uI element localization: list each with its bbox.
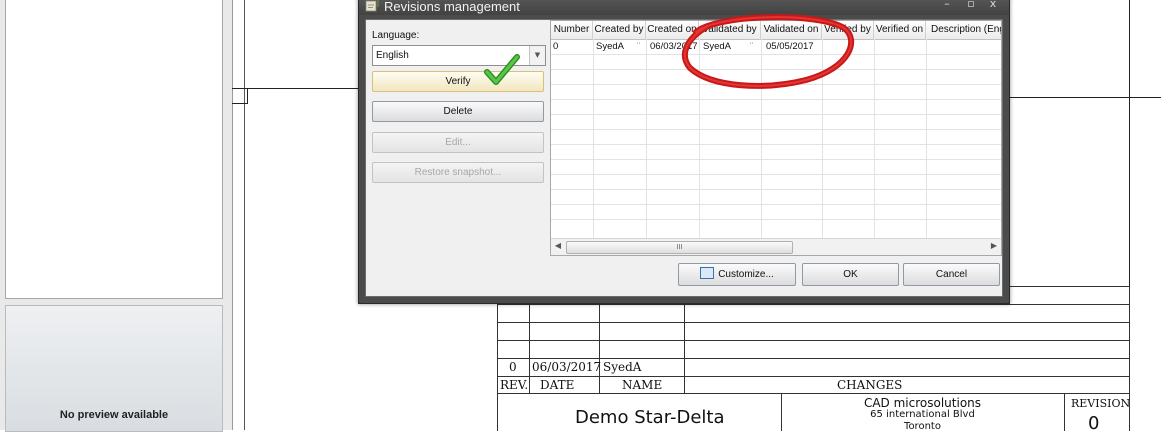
cell-number: 0: [553, 41, 559, 52]
ellipsis-icon[interactable]: ¨: [637, 40, 640, 54]
grid-row-line: [551, 84, 1001, 85]
dialog-title: Revisions management: [384, 0, 520, 14]
column-header-description[interactable]: Description (Engli: [926, 21, 1001, 39]
title-block: 0 06/03/2017 SyedA REV. DATE NAME CHANGE…: [497, 286, 1131, 434]
preview-pane: No preview available: [5, 305, 223, 432]
grid-row-line: [551, 129, 1001, 130]
cell-validated-by: SyedA: [703, 41, 731, 52]
company-block: CAD microsolutions 65 international Blvd…: [781, 397, 1064, 433]
header-changes: CHANGES: [837, 378, 903, 392]
drawing-line: [247, 88, 248, 104]
cell-created-by: SyedA: [596, 41, 624, 52]
grid-row-line: [551, 159, 1001, 160]
scroll-left-icon[interactable]: ◀: [552, 241, 564, 250]
left-panel: No preview available: [0, 0, 233, 432]
drawing-line: [1008, 97, 1129, 98]
grid-row-line: [551, 174, 1001, 175]
column-header-number[interactable]: Number: [551, 21, 593, 39]
revision-value: 0: [1088, 413, 1100, 434]
cell-created-on: 06/03/2017: [650, 41, 698, 52]
revisions-dialog: Revisions management – ▫ x Language: Eng…: [358, 0, 1010, 304]
customize-icon: [700, 267, 715, 280]
preview-text: No preview available: [59, 409, 169, 421]
grid-header: Number Created by Created on Validated b…: [551, 21, 1001, 40]
drawing-line: [232, 103, 247, 104]
dialog-titlebar[interactable]: Revisions management – ▫ x: [359, 0, 1009, 15]
horizontal-scrollbar[interactable]: ◀ III ▶: [551, 238, 1001, 255]
grid-row-line: [551, 144, 1001, 145]
minimize-button[interactable]: –: [939, 0, 955, 10]
rev-name: SyedA: [603, 360, 642, 374]
company-city: Toronto: [904, 421, 941, 432]
grid-row-line: [551, 69, 1001, 70]
header-date: DATE: [540, 378, 575, 392]
header-name: NAME: [622, 378, 663, 392]
rev-number: 0: [509, 360, 517, 374]
project-list[interactable]: [5, 0, 223, 299]
grid-row-line: [551, 219, 1001, 220]
language-value: English: [376, 50, 409, 61]
ok-button[interactable]: OK: [802, 263, 899, 286]
revision-label: REVISION: [1071, 397, 1131, 410]
grid-row-line: [551, 189, 1001, 190]
column-header-validated-on[interactable]: Validated on: [761, 21, 822, 39]
column-header-validated-by[interactable]: Validated by: [699, 21, 761, 39]
drawing-line: [1129, 97, 1161, 98]
grid-row-line: [551, 204, 1001, 205]
delete-button[interactable]: Delete: [372, 101, 544, 122]
revision-app-icon: [365, 0, 379, 12]
rev-date: 06/03/2017: [532, 360, 602, 374]
company-address: 65 international Blvd: [870, 409, 975, 420]
customize-label: Customize...: [718, 269, 774, 280]
customize-button[interactable]: Customize...: [678, 263, 796, 286]
grid-row-line: [551, 114, 1001, 115]
revisions-grid[interactable]: Number Created by Created on Validated b…: [550, 20, 1002, 256]
ellipsis-icon[interactable]: ¨: [750, 40, 753, 54]
column-header-verified-by[interactable]: Verified by: [822, 21, 874, 39]
cancel-button[interactable]: Cancel: [903, 263, 1000, 286]
cell-validated-on: 05/05/2017: [766, 41, 814, 52]
checkmark-icon: [484, 54, 520, 85]
scroll-thumb[interactable]: III: [566, 241, 793, 254]
chevron-down-icon[interactable]: ▼: [529, 46, 545, 65]
edit-button[interactable]: Edit...: [372, 132, 544, 153]
column-header-verified-on[interactable]: Verified on: [874, 21, 926, 39]
header-rev: REV.: [500, 378, 529, 392]
project-title: Demo Star-Delta: [575, 407, 725, 428]
drawing-line: [244, 0, 245, 430]
drawing-line: [232, 88, 360, 89]
dialog-client: Language: English ▼ Verify Delete Edit..…: [365, 19, 1003, 297]
company-name: CAD microsolutions: [863, 396, 982, 410]
right-margin: [1130, 0, 1175, 430]
grid-row-line: [551, 99, 1001, 100]
close-button[interactable]: x: [985, 0, 1001, 10]
column-header-created-on[interactable]: Created on: [646, 21, 699, 39]
restore-snapshot-button[interactable]: Restore snapshot...: [372, 162, 544, 183]
grid-row-line: [551, 54, 1001, 55]
scroll-right-icon[interactable]: ▶: [988, 241, 1000, 250]
maximize-button[interactable]: ▫: [963, 0, 979, 10]
column-header-created-by[interactable]: Created by: [593, 21, 646, 39]
language-label: Language:: [372, 30, 420, 41]
